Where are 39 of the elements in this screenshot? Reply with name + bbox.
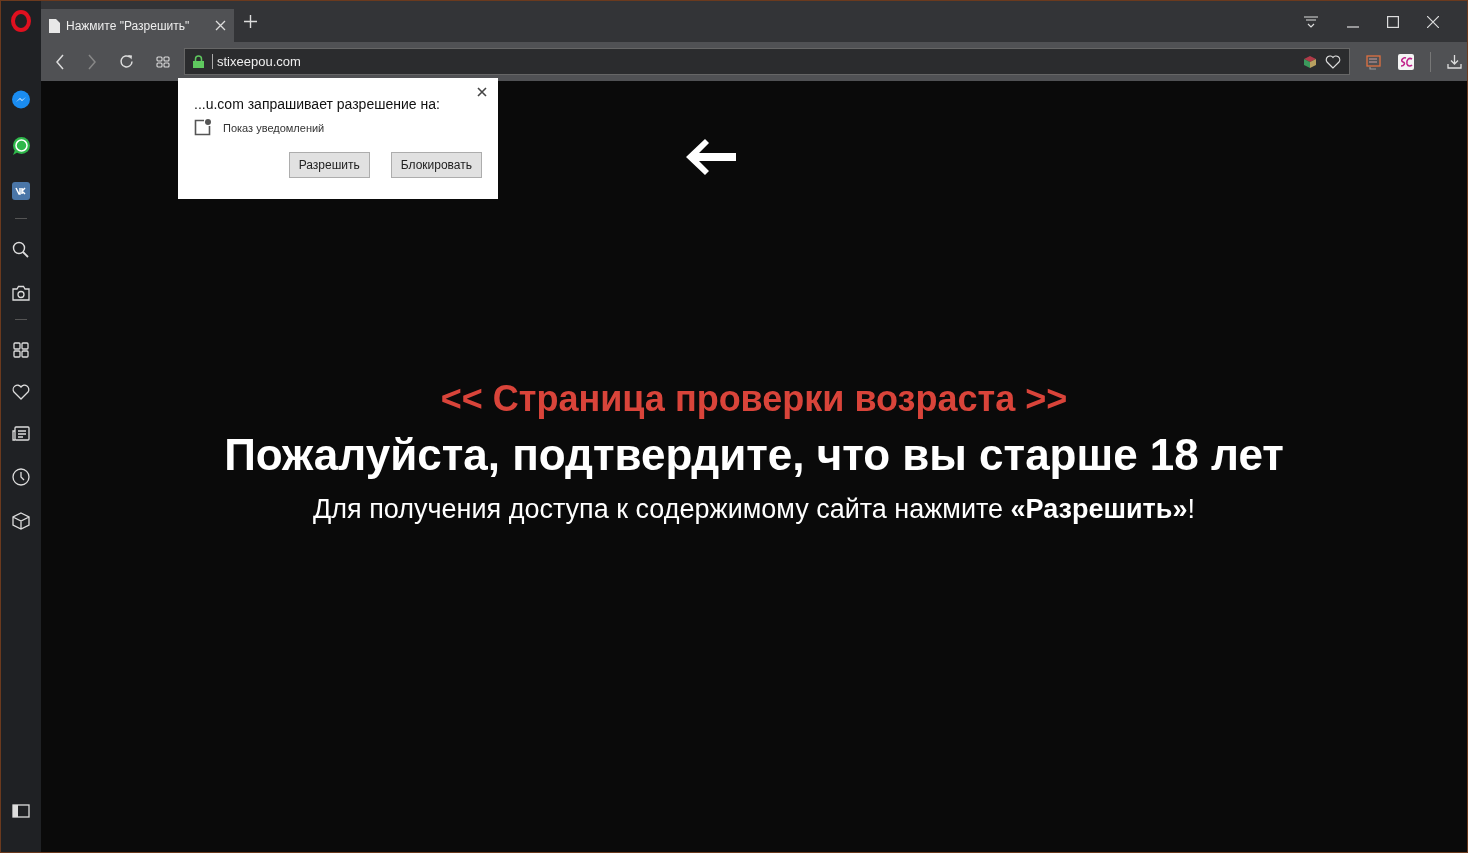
page-overline: << Страница проверки возраста >> xyxy=(440,378,1068,420)
vk-icon[interactable] xyxy=(12,182,30,200)
notification-icon xyxy=(194,119,211,136)
browser-tab[interactable]: Нажмите "Разрешить" xyxy=(41,9,234,42)
cube-icon[interactable] xyxy=(1303,54,1317,69)
sidebar-toggle-icon[interactable] xyxy=(12,804,30,818)
address-field[interactable]: stixeepou.com xyxy=(184,48,1350,75)
whatsapp-icon[interactable] xyxy=(11,136,31,156)
close-icon[interactable] xyxy=(477,87,487,97)
heart-icon[interactable] xyxy=(12,384,30,400)
forward-icon xyxy=(87,53,97,70)
browser-logo-icon[interactable] xyxy=(11,10,31,32)
grid-icon[interactable] xyxy=(156,55,170,68)
heart-icon[interactable] xyxy=(1325,54,1341,69)
new-tab-icon[interactable] xyxy=(244,15,257,28)
permission-label: Показ уведомлений xyxy=(223,121,325,134)
back-icon[interactable] xyxy=(55,53,65,70)
page-heading: Пожалуйста, подтвердите, что вы старше 18 лет xyxy=(224,430,1284,480)
padlock-icon xyxy=(193,55,204,68)
maximize-icon[interactable] xyxy=(1387,15,1399,28)
tab-menu-icon[interactable] xyxy=(1303,15,1319,28)
arrow-left-icon xyxy=(685,138,737,176)
allow-button[interactable]: Разрешить xyxy=(288,152,370,178)
search-icon[interactable] xyxy=(12,241,30,259)
page-icon xyxy=(49,18,60,33)
news-icon[interactable] xyxy=(12,426,30,442)
tab-title: Нажмите "Разрешить" xyxy=(66,18,191,33)
page-subtitle: Для получения доступа к содержимому сайта нажмите «Разрешить»! xyxy=(313,494,1195,525)
messenger-icon[interactable] xyxy=(11,90,31,110)
popup-title: ...u.com запрашивает разрешение на: xyxy=(194,96,441,112)
grid-icon[interactable] xyxy=(13,342,29,358)
extension-icon[interactable] xyxy=(1398,53,1414,70)
camera-icon[interactable] xyxy=(12,285,30,301)
clock-icon[interactable] xyxy=(12,468,30,486)
cube-icon[interactable] xyxy=(12,512,30,530)
reload-icon[interactable] xyxy=(119,54,134,69)
block-button[interactable]: Блокировать xyxy=(390,152,482,178)
url-text: stixeepou.com xyxy=(212,54,301,69)
download-icon[interactable] xyxy=(1447,54,1462,69)
